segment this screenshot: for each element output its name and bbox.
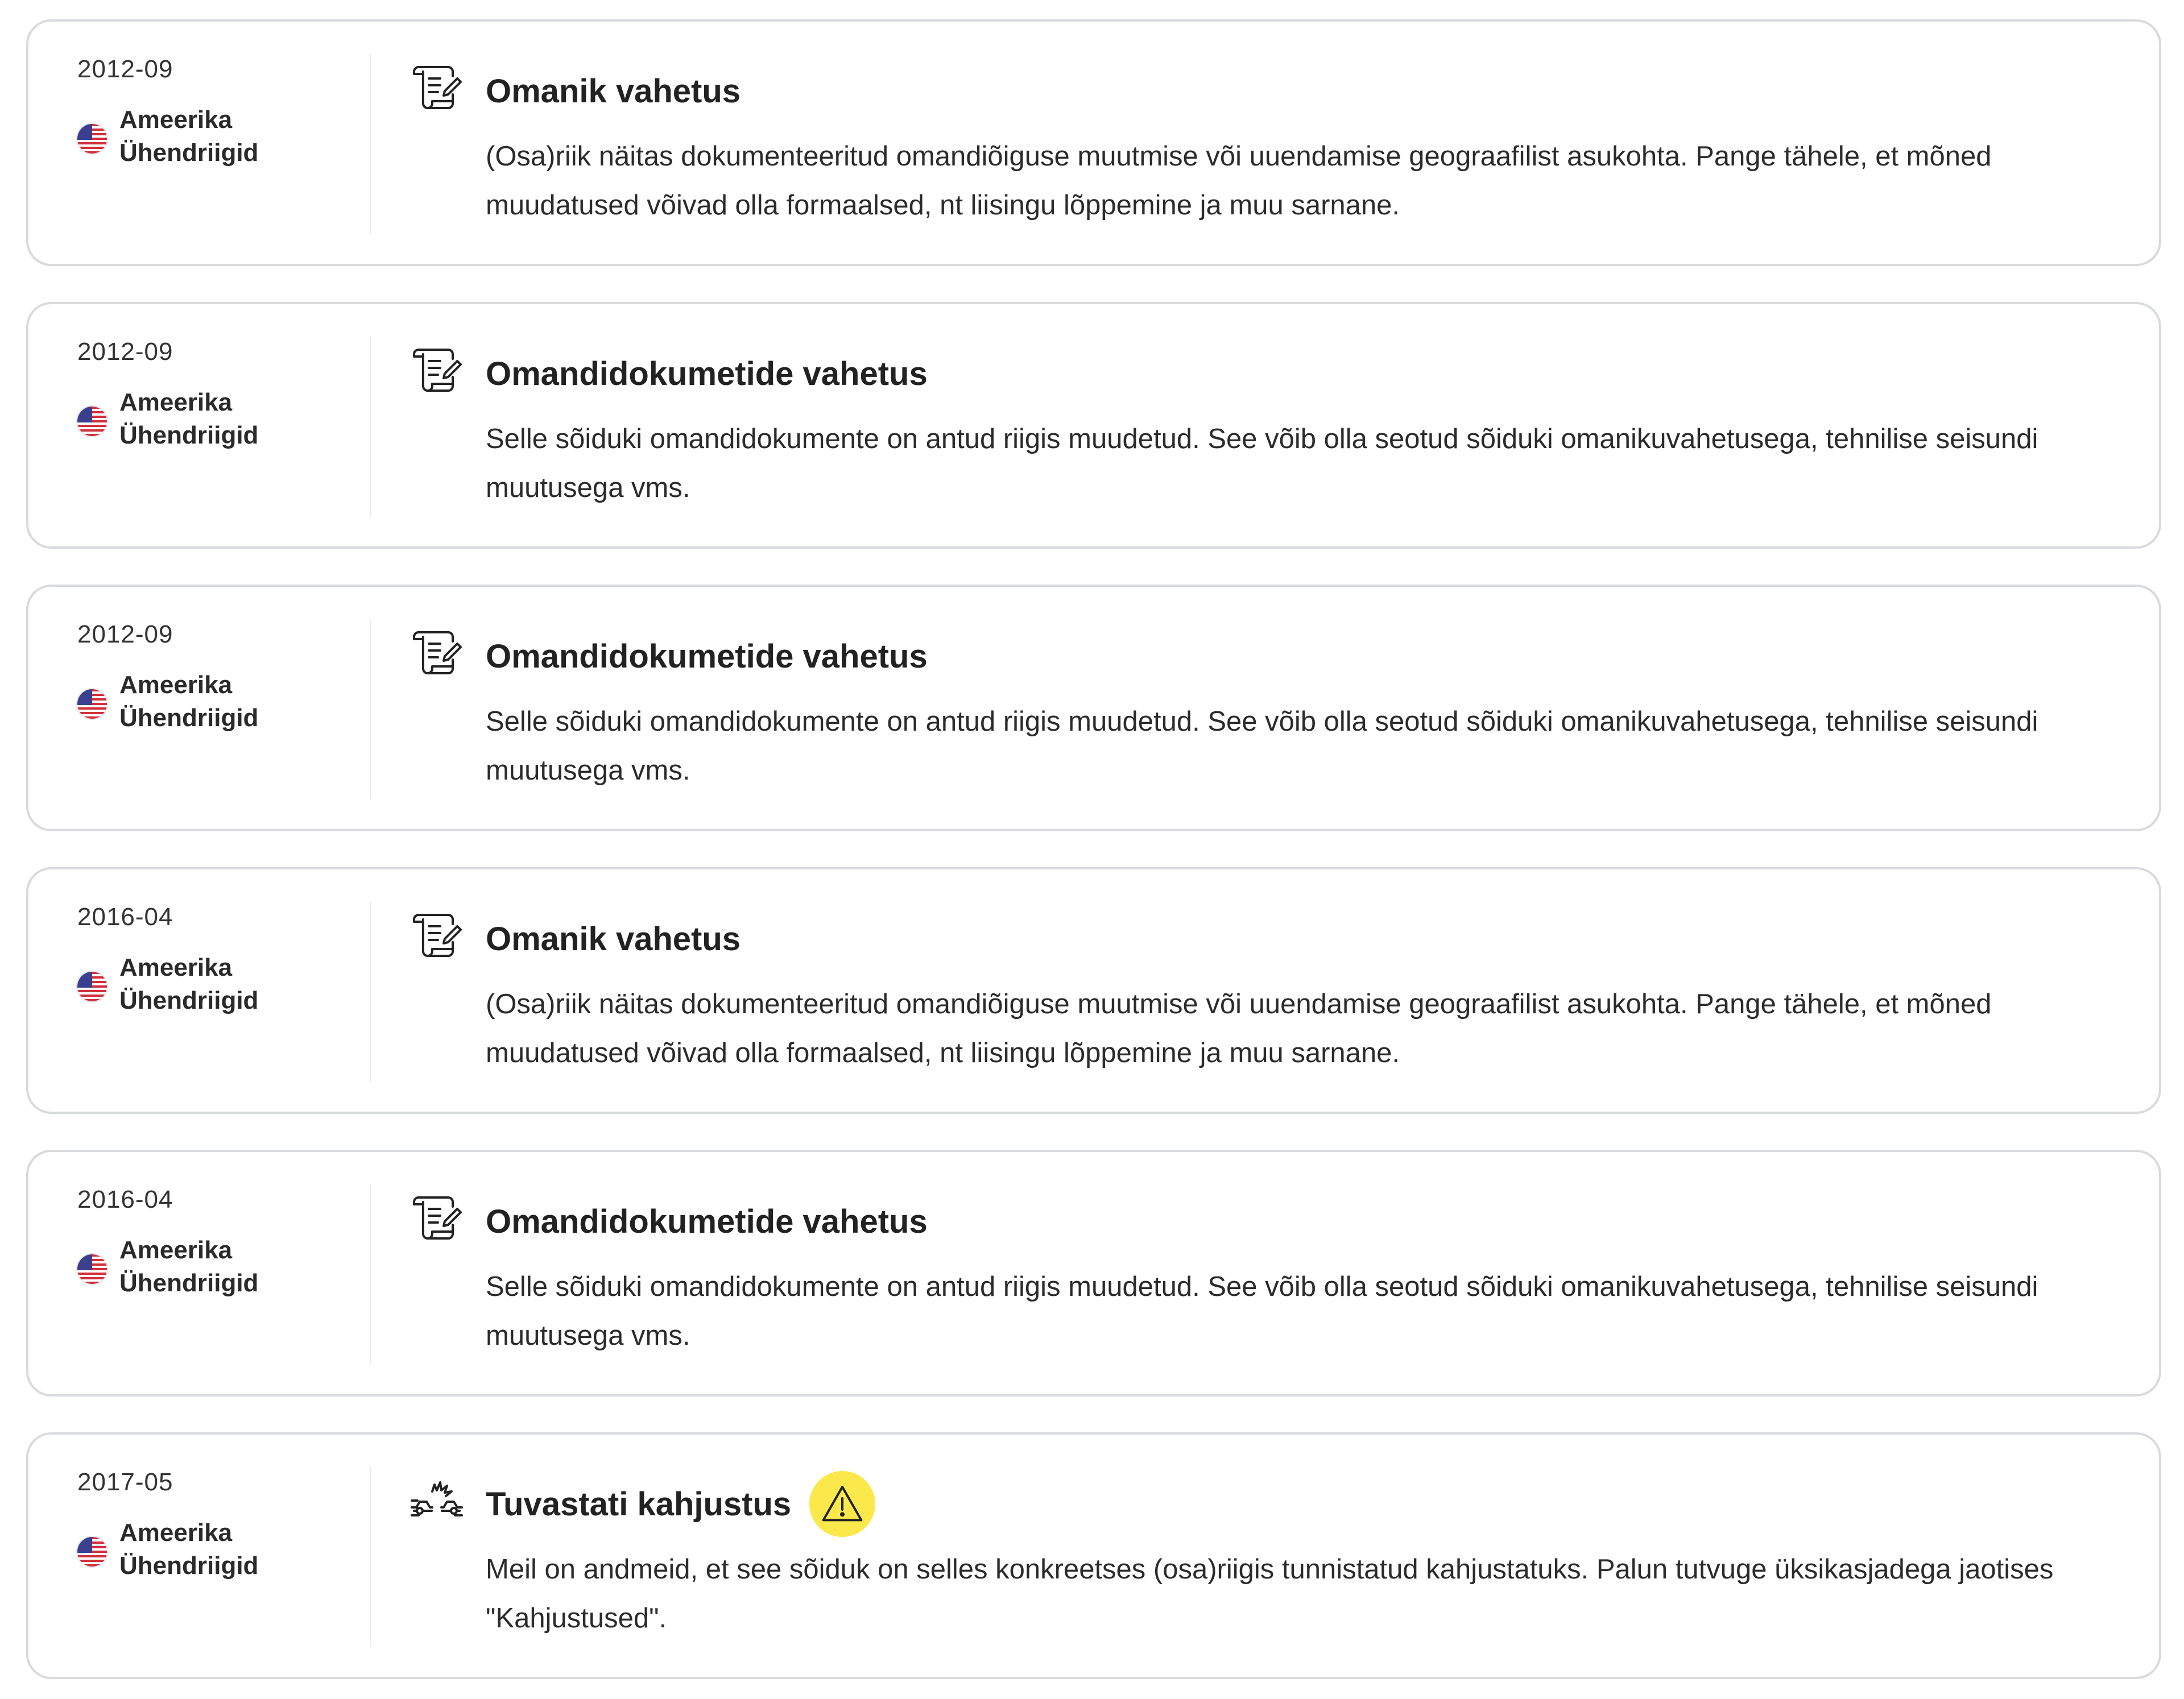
event-country: Ameerika Ühendriigid	[77, 951, 362, 1020]
column-divider	[370, 1184, 371, 1365]
event-title: Omanik vahetus	[486, 72, 741, 110]
event-title-row: Omanik vahetus	[486, 905, 2124, 973]
event-date: 2016-04	[77, 903, 173, 931]
event-title-row: Omandidokumetide vahetus	[486, 622, 2124, 690]
column-divider	[370, 53, 371, 234]
event-description: Selle sõiduki omandidokumente on antud r…	[486, 706, 2038, 786]
event-meta: 2016-04 Ameerika Ühendriigid	[77, 902, 362, 1020]
event-title: Tuvastati kahjustus	[486, 1485, 792, 1523]
event-country: Ameerika Ühendriigid	[77, 1516, 362, 1585]
event-country: Ameerika Ühendriigid	[77, 103, 362, 172]
us-flag-icon	[77, 407, 107, 436]
column-divider	[370, 1466, 371, 1647]
event-country: Ameerika Ühendriigid	[77, 1234, 362, 1302]
event-title-row: Omandidokumetide vahetus	[486, 1187, 2124, 1255]
history-event-card: 2012-09 Ameerika Ühendriigid Omandidokum…	[26, 585, 2161, 831]
event-description: (Osa)riik näitas dokumenteeritud omandiõ…	[486, 141, 1992, 221]
event-title: Omandidokumetide vahetus	[486, 1203, 928, 1240]
event-content: Omanik vahetus (Osa)riik näitas dokument…	[486, 57, 2124, 230]
event-title-row: Tuvastati kahjustus	[486, 1470, 2124, 1538]
event-description: (Osa)riik näitas dokumenteeritud omandiõ…	[486, 989, 1992, 1068]
event-meta: 2012-09 Ameerika Ühendriigid	[77, 620, 362, 737]
column-divider	[370, 901, 371, 1082]
event-content: Omandidokumetide vahetus Selle sõiduki o…	[486, 339, 2124, 512]
document-scroll-icon	[410, 908, 464, 963]
event-title-row: Omanik vahetus	[486, 57, 2124, 125]
history-event-card: 2016-04 Ameerika Ühendriigid Omandidokum…	[26, 1150, 2161, 1397]
history-event-card: 2012-09 Ameerika Ühendriigid Omanik vahe…	[26, 19, 2161, 266]
country-name: Ameerika Ühendriigid	[119, 388, 259, 449]
event-description: Meil on andmeid, et see sõiduk on selles…	[486, 1554, 2054, 1634]
event-title: Omandidokumetide vahetus	[486, 637, 928, 675]
event-content: Omandidokumetide vahetus Selle sõiduki o…	[486, 622, 2124, 795]
country-name: Ameerika Ühendriigid	[119, 954, 259, 1014]
country-name: Ameerika Ühendriigid	[119, 1519, 259, 1580]
event-content: Omanik vahetus (Osa)riik näitas dokument…	[486, 905, 2124, 1078]
column-divider	[370, 336, 371, 517]
event-date: 2012-09	[77, 620, 173, 648]
us-flag-icon	[77, 1254, 107, 1284]
us-flag-icon	[77, 689, 107, 719]
event-title: Omanik vahetus	[486, 920, 741, 958]
event-meta: 2012-09 Ameerika Ühendriigid	[77, 337, 362, 454]
event-title-row: Omandidokumetide vahetus	[486, 339, 2124, 408]
event-country: Ameerika Ühendriigid	[77, 669, 362, 737]
history-event-card: 2012-09 Ameerika Ühendriigid Omandidokum…	[26, 302, 2161, 549]
event-date: 2016-04	[77, 1186, 173, 1213]
car-crash-icon	[410, 1473, 464, 1528]
document-scroll-icon	[410, 343, 464, 397]
us-flag-icon	[77, 124, 107, 154]
event-meta: 2012-09 Ameerika Ühendriigid	[77, 55, 362, 172]
event-date: 2017-05	[77, 1468, 173, 1496]
event-content: Tuvastati kahjustus Meil on andmeid, et …	[486, 1470, 2124, 1643]
event-meta: 2017-05 Ameerika Ühendriigid	[77, 1468, 362, 1585]
vehicle-history-timeline: 2012-09 Ameerika Ühendriigid Omanik vahe…	[0, 0, 2184, 1699]
document-scroll-icon	[410, 60, 464, 115]
us-flag-icon	[77, 1537, 107, 1567]
history-event-card: 2016-04 Ameerika Ühendriigid Omanik vahe…	[26, 867, 2161, 1114]
event-description: Selle sõiduki omandidokumente on antud r…	[486, 424, 2038, 503]
event-content: Omandidokumetide vahetus Selle sõiduki o…	[486, 1187, 2124, 1360]
country-name: Ameerika Ühendriigid	[119, 1236, 259, 1297]
column-divider	[370, 619, 371, 799]
event-description: Selle sõiduki omandidokumente on antud r…	[486, 1271, 2038, 1351]
event-date: 2012-09	[77, 55, 173, 83]
event-country: Ameerika Ühendriigid	[77, 386, 362, 454]
history-event-card: 2017-05 Ameerika Ühendriigid Tuvastati k…	[26, 1432, 2161, 1679]
country-name: Ameerika Ühendriigid	[119, 106, 259, 167]
event-date: 2012-09	[77, 338, 173, 366]
document-scroll-icon	[410, 1191, 464, 1245]
event-meta: 2016-04 Ameerika Ühendriigid	[77, 1185, 362, 1302]
country-name: Ameerika Ühendriigid	[119, 671, 259, 732]
us-flag-icon	[77, 972, 107, 1001]
document-scroll-icon	[410, 625, 464, 680]
warning-icon	[809, 1471, 876, 1537]
event-title: Omandidokumetide vahetus	[486, 355, 928, 392]
